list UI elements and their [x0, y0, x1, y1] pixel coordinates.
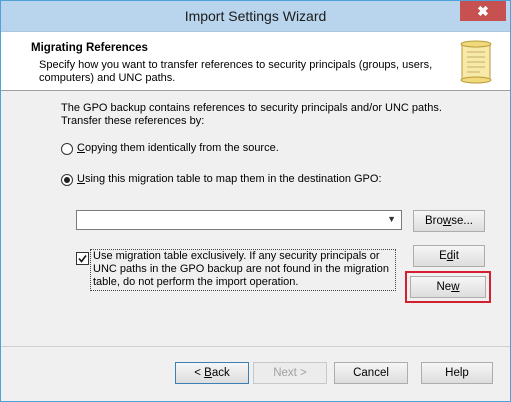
back-button[interactable]: < Back: [175, 362, 249, 384]
footer-separator: [1, 346, 510, 347]
close-icon: ✖: [477, 3, 489, 19]
use-exclusively-label[interactable]: Use migration table exclusively. If any …: [90, 249, 396, 291]
help-button[interactable]: Help: [421, 362, 493, 384]
use-migration-table-label[interactable]: Using this migration table to map them i…: [77, 173, 382, 185]
use-migration-table-radio[interactable]: [61, 174, 73, 186]
copy-identically-radio[interactable]: [61, 143, 73, 155]
wizard-window: Import Settings Wizard ✖ Migrating Refer…: [0, 0, 511, 402]
radio-selected-dot: [64, 177, 70, 183]
chevron-down-icon[interactable]: ▼: [387, 214, 396, 224]
close-button[interactable]: ✖: [460, 1, 506, 21]
window-title: Import Settings Wizard: [184, 8, 327, 24]
copy-identically-label[interactable]: Copying them identically from the source…: [77, 142, 279, 154]
page-title: Migrating References: [31, 42, 148, 54]
new-button[interactable]: New: [410, 276, 486, 298]
migration-table-combo[interactable]: ▼: [76, 210, 402, 230]
edit-button[interactable]: Edit: [413, 245, 485, 267]
browse-button[interactable]: Browse...: [413, 210, 485, 232]
cancel-button[interactable]: Cancel: [334, 362, 408, 384]
next-button[interactable]: Next >: [253, 362, 327, 384]
use-exclusively-checkbox[interactable]: [76, 252, 89, 265]
intro-text: The GPO backup contains references to se…: [61, 102, 442, 127]
header-panel: Migrating References Specify how you wan…: [1, 32, 510, 91]
page-description: Specify how you want to transfer referen…: [39, 59, 433, 84]
check-icon: [78, 255, 87, 263]
title-bar: Import Settings Wizard ✖: [1, 1, 510, 32]
scroll-icon: [460, 40, 492, 84]
